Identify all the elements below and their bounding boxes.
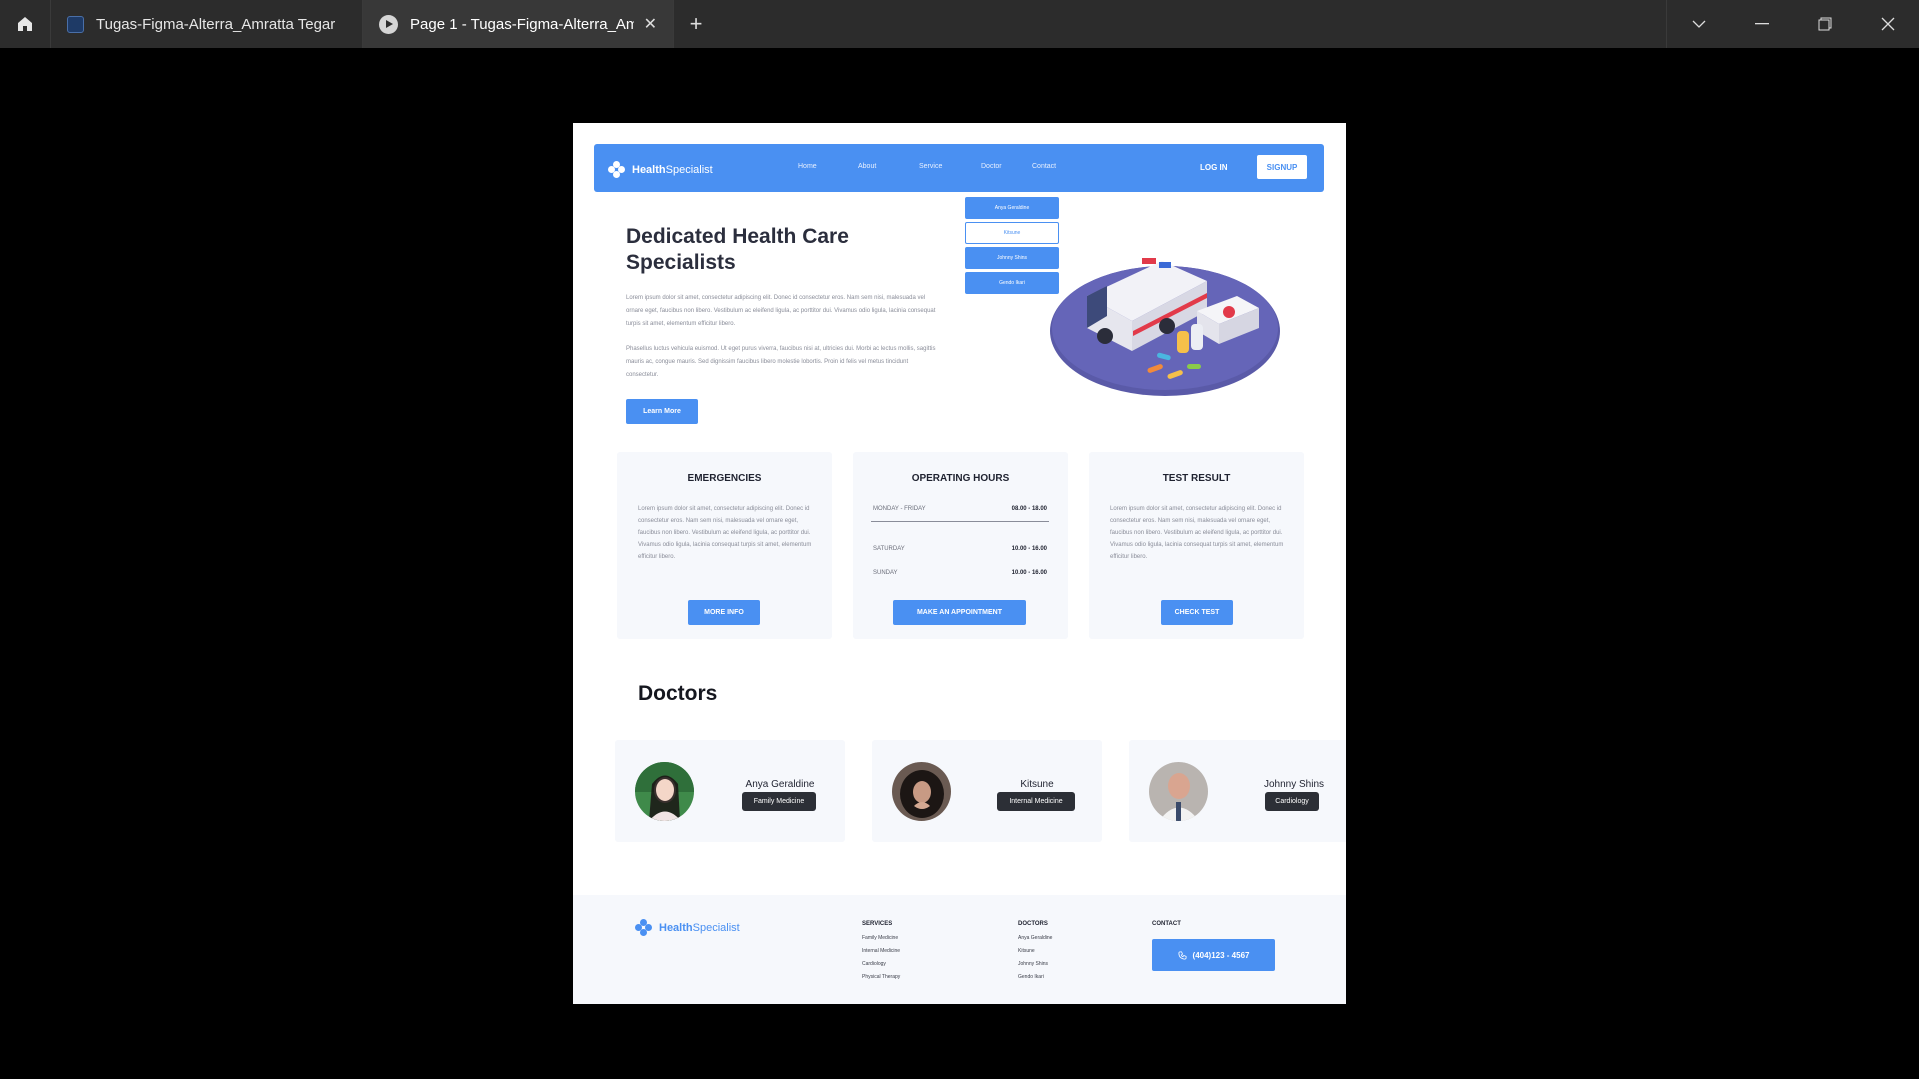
hours-day: MONDAY - FRIDAY: [873, 506, 926, 512]
nav-about[interactable]: About: [858, 163, 919, 170]
doctor-name: Johnny Shins: [1263, 779, 1325, 790]
footer-link[interactable]: Family Medicine: [862, 932, 900, 945]
operating-hours-card: OPERATING HOURS MONDAY - FRIDAY 08.00 - …: [853, 452, 1068, 639]
footer-heading: CONTACT: [1152, 921, 1181, 927]
learn-more-button[interactable]: Learn More: [626, 399, 698, 424]
card-title: OPERATING HOURS: [911, 473, 1010, 484]
browser-tabbar: Tugas-Figma-Alterra_Amratta Tegar Page 1…: [0, 0, 1919, 48]
divider: [871, 521, 1049, 522]
play-icon: [379, 14, 398, 34]
tab-label: Tugas-Figma-Alterra_Amratta Tegar: [96, 15, 336, 33]
make-appointment-button[interactable]: MAKE AN APPOINTMENT: [893, 600, 1026, 625]
footer-logo[interactable]: Health Specialist: [635, 919, 740, 937]
avatar: [892, 762, 951, 821]
card-title: TEST RESULT: [1162, 473, 1231, 484]
emergencies-card: EMERGENCIES Lorem ipsum dolor sit amet, …: [617, 452, 832, 639]
dropdown-item[interactable]: Gendo Ikari: [965, 272, 1059, 294]
tab-prototype[interactable]: Page 1 - Tugas-Figma-Alterra_Amr ✕: [363, 0, 674, 48]
check-test-button[interactable]: CHECK TEST: [1161, 600, 1233, 625]
site-navbar: Health Specialist Home About Service Doct…: [594, 144, 1324, 192]
footer-link[interactable]: Johnny Shins: [1018, 958, 1052, 971]
specialty-badge: Internal Medicine: [997, 792, 1075, 811]
footer-link[interactable]: Kitsune: [1018, 945, 1052, 958]
logo-bold-text: Health: [659, 922, 693, 934]
home-icon: [18, 17, 32, 31]
nav-service[interactable]: Service: [919, 163, 981, 170]
new-tab-button[interactable]: +: [674, 0, 718, 48]
logo-bold-text: Health: [632, 164, 666, 176]
restore-icon[interactable]: [1793, 0, 1856, 48]
hours-time: 10.00 - 16.00: [1011, 546, 1047, 552]
more-info-button[interactable]: MORE INFO: [688, 600, 760, 625]
footer-heading: SERVICES: [862, 921, 893, 927]
phone-icon: [1178, 950, 1187, 960]
logo-light-text: Specialist: [692, 922, 740, 934]
hours-row: SUNDAY 10.00 - 16.00: [873, 570, 1047, 576]
phone-number: (404)123 - 4567: [1192, 950, 1250, 960]
nav-links: Home About Service Doctor Contact: [798, 163, 1056, 170]
hours-day: SATURDAY: [873, 546, 905, 552]
footer-link[interactable]: Internal Medicine: [862, 945, 900, 958]
footer-heading: DOCTORS: [1018, 921, 1048, 927]
ambulance-illustration: [1050, 258, 1280, 396]
tab-label: Page 1 - Tugas-Figma-Alterra_Amr: [410, 15, 634, 33]
figma-file-icon: [67, 15, 84, 33]
footer-services: SERVICES Family Medicine Internal Medici…: [862, 921, 900, 984]
cross-logo-icon: [608, 161, 626, 179]
card-title: EMERGENCIES: [687, 473, 762, 484]
nav-home[interactable]: Home: [798, 163, 858, 170]
logo-light-text: Specialist: [665, 164, 713, 176]
signup-button[interactable]: SIGNUP: [1257, 155, 1307, 179]
hours-row: MONDAY - FRIDAY 08.00 - 18.00: [873, 506, 1047, 512]
doctor-card[interactable]: Johnny Shins Cardiology: [1129, 740, 1346, 842]
card-text: Lorem ipsum dolor sit amet, consectetur …: [1110, 506, 1284, 560]
footer-doctors: DOCTORS Anya Geraldine Kitsune Johnny Sh…: [1018, 921, 1052, 984]
card-text: Lorem ipsum dolor sit amet, consectetur …: [638, 506, 812, 560]
doctor-card[interactable]: Anya Geraldine Family Medicine: [615, 740, 845, 842]
doctor-name: Anya Geraldine: [745, 779, 815, 790]
minimize-icon[interactable]: [1730, 0, 1793, 48]
avatar: [635, 762, 694, 821]
doctors-heading: Doctors: [638, 682, 718, 705]
specialty-badge: Cardiology: [1265, 792, 1319, 811]
doctor-card[interactable]: Kitsune Internal Medicine: [872, 740, 1102, 842]
footer-link[interactable]: Gendo Ikari: [1018, 971, 1052, 984]
hours-time: 10.00 - 16.00: [1011, 570, 1047, 576]
site-footer: Health Specialist SERVICES Family Medicin…: [573, 895, 1346, 1004]
footer-link[interactable]: Cardiology: [862, 958, 900, 971]
footer-contact: CONTACT: [1152, 921, 1181, 932]
avatar: [1149, 762, 1208, 821]
prototype-frame: Health Specialist Home About Service Doct…: [573, 123, 1346, 1004]
login-link[interactable]: LOG IN: [1200, 163, 1228, 172]
tab-file[interactable]: Tugas-Figma-Alterra_Amratta Tegar: [51, 0, 363, 48]
footer-link[interactable]: Physical Therapy: [862, 971, 900, 984]
hero-title: Dedicated Health Care Specialists: [626, 225, 849, 274]
nav-contact[interactable]: Contact: [1032, 163, 1056, 170]
chevron-down-icon[interactable]: [1667, 0, 1730, 48]
close-tab-icon[interactable]: ✕: [644, 14, 657, 34]
nav-doctor[interactable]: Doctor: [981, 163, 1032, 170]
hours-row: SATURDAY 10.00 - 16.00: [873, 546, 1047, 552]
home-button[interactable]: [0, 0, 51, 48]
hours-day: SUNDAY: [873, 570, 898, 576]
hero-paragraph: Lorem ipsum dolor sit amet, consectetur …: [626, 295, 936, 327]
doctor-dropdown: Anya Geraldine Kitsune Johnny Shins Gend…: [965, 197, 1059, 297]
test-result-card: TEST RESULT Lorem ipsum dolor sit amet, …: [1089, 452, 1304, 639]
dropdown-item[interactable]: Johnny Shins: [965, 247, 1059, 269]
dropdown-item[interactable]: Kitsune: [965, 222, 1059, 244]
dropdown-item[interactable]: Anya Geraldine: [965, 197, 1059, 219]
cross-logo-icon: [635, 919, 653, 937]
hours-time: 08.00 - 18.00: [1011, 506, 1047, 512]
specialty-badge: Family Medicine: [742, 792, 816, 811]
window-controls: [1666, 0, 1919, 48]
phone-button[interactable]: (404)123 - 4567: [1152, 939, 1275, 971]
site-logo[interactable]: Health Specialist: [608, 161, 713, 179]
footer-link[interactable]: Anya Geraldine: [1018, 932, 1052, 945]
doctor-name: Kitsune: [1020, 779, 1054, 790]
close-window-icon[interactable]: [1856, 0, 1919, 48]
hero-paragraph: Phasellus luctus vehicula euismod. Ut eg…: [626, 346, 936, 378]
